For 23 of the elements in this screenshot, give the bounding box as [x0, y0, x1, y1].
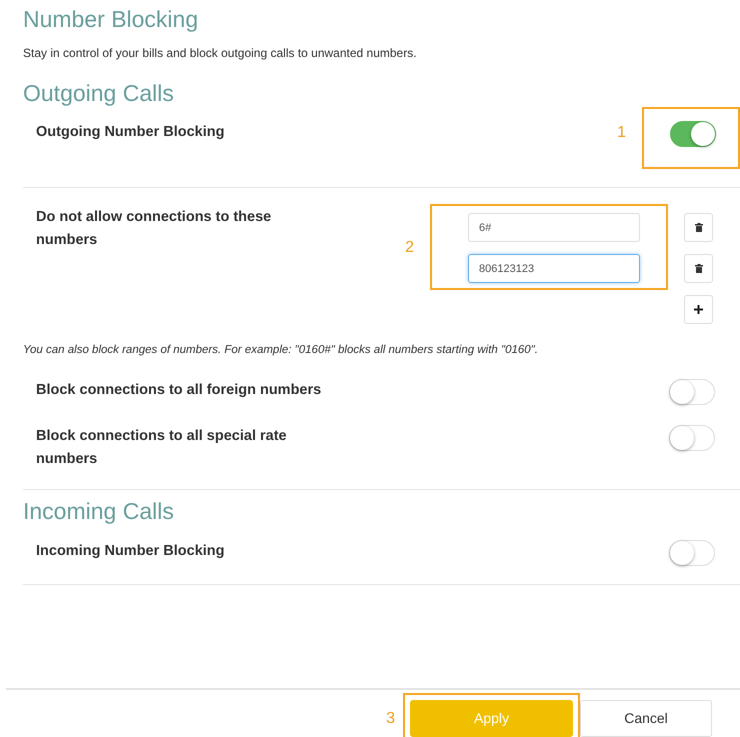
callout-number: 2 [405, 238, 414, 258]
number-field[interactable]: 6# [468, 213, 640, 242]
number-field[interactable]: 806123123 [468, 254, 640, 284]
section-heading: Incoming Calls [23, 498, 175, 526]
delete-button[interactable] [684, 254, 713, 284]
hint-text: You can also block ranges of numbers. For example: "0160#" blocks all numbers starting with "0160". [23, 343, 539, 358]
setting-label: Block connections to all special rate numbers [36, 427, 288, 470]
toggle-switch[interactable] [670, 121, 716, 148]
callout-number: 1 [617, 123, 626, 144]
setting-label: Do not allow connections to these numbers [36, 208, 272, 250]
setting-label: Incoming Number Blocking [36, 542, 226, 562]
setting-label: Block connections to all foreign numbers [36, 381, 322, 400]
trash-icon [694, 264, 702, 274]
add-button[interactable] [684, 295, 713, 324]
delete-button[interactable] [684, 213, 713, 242]
cancel-button[interactable]: Cancel [580, 700, 712, 737]
section-heading: Outgoing Calls [23, 80, 175, 108]
callout-number: 3 [386, 709, 395, 729]
plus-icon [694, 305, 703, 314]
setting-label: Outgoing Number Blocking [36, 123, 226, 142]
page-description: Stay in control of your bills and block outgoing calls to unwanted numbers. [23, 44, 418, 62]
trash-icon [694, 223, 702, 232]
page-title: Number Blocking [23, 6, 200, 34]
